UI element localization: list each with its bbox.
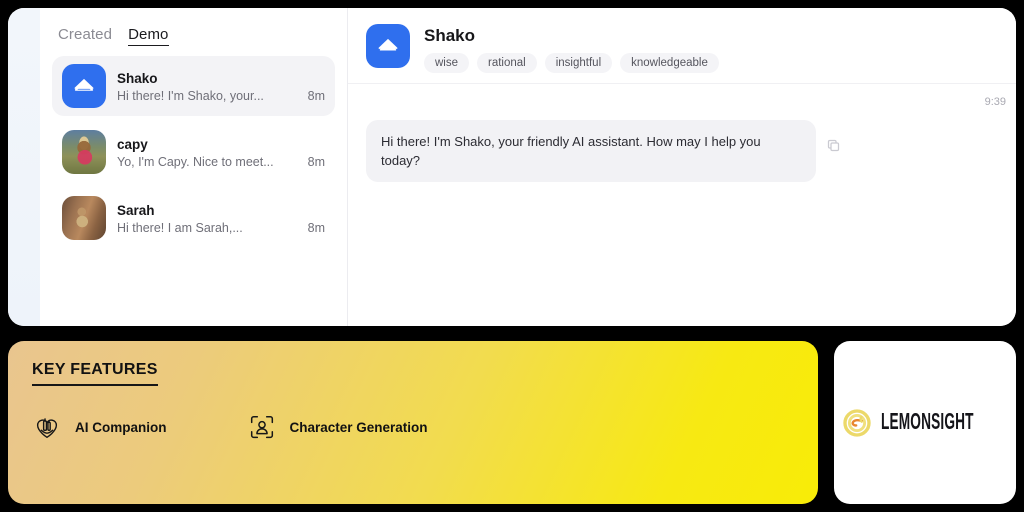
list-item[interactable]: Shako Hi there! I'm Shako, your... 8m <box>52 56 335 116</box>
list-item-meta: Hi there! I'm Shako, your... 8m <box>117 89 325 103</box>
list-item-text: Shako Hi there! I'm Shako, your... 8m <box>117 70 325 103</box>
brand-name: LEMONSIGHT <box>880 409 974 435</box>
heart-robot-icon <box>32 412 62 442</box>
key-features-list: AI Companion Character Generation <box>32 412 794 442</box>
list-item-time: 8m <box>307 154 325 169</box>
copy-message-button[interactable] <box>826 138 841 153</box>
app-window-card: Created Demo Shako Hi there! I'm Shako, … <box>8 8 1016 326</box>
list-item-snippet: Hi there! I am Sarah,... <box>117 220 243 235</box>
feature-label: AI Companion <box>75 419 167 435</box>
list-item-meta: Yo, I'm Capy. Nice to meet... 8m <box>117 155 325 169</box>
lemon-swirl-icon <box>841 407 873 439</box>
tag-chip[interactable]: rational <box>477 53 537 73</box>
tag-chip[interactable]: insightful <box>544 53 613 73</box>
list-item-snippet: Hi there! I'm Shako, your... <box>117 88 264 103</box>
chat-message-area: 9:39 Hi there! I'm Shako, your friendly … <box>348 84 1016 182</box>
list-item-name: capy <box>117 136 148 152</box>
list-item-name: Sarah <box>117 202 155 218</box>
chat-header-info: Shako wise rational insightful knowledge… <box>424 24 719 73</box>
screenshot-root: Created Demo Shako Hi there! I'm Shako, … <box>0 0 1024 512</box>
avatar <box>62 196 106 240</box>
brand-card: LEMONSIGHT <box>834 341 1016 504</box>
feature-item: Character Generation <box>247 412 428 442</box>
copy-icon <box>827 139 840 152</box>
key-features-title: KEY FEATURES <box>32 361 158 386</box>
chat-header: Shako wise rational insightful knowledge… <box>348 8 1016 84</box>
avatar <box>62 64 106 108</box>
chat-avatar <box>366 24 410 68</box>
message-bubble: Hi there! I'm Shako, your friendly AI as… <box>366 120 816 182</box>
person-scan-icon <box>247 412 277 442</box>
page-title: Shako <box>424 26 476 45</box>
tag-chip[interactable]: wise <box>424 53 470 73</box>
avatar <box>62 130 106 174</box>
list-item-time: 8m <box>307 220 325 235</box>
character-tags: wise rational insightful knowledgeable <box>424 53 719 73</box>
brand-chevron-icon <box>74 78 94 91</box>
feature-item: AI Companion <box>32 412 167 442</box>
list-item-text: Sarah Hi there! I am Sarah,... 8m <box>117 202 325 235</box>
list-item-name: Shako <box>117 70 158 86</box>
list-item-snippet: Yo, I'm Capy. Nice to meet... <box>117 154 274 169</box>
left-rail <box>8 8 40 326</box>
message-row: Hi there! I'm Shako, your friendly AI as… <box>366 84 998 182</box>
feature-label: Character Generation <box>289 419 428 435</box>
list-item-text: capy Yo, I'm Capy. Nice to meet... 8m <box>117 136 325 169</box>
message-timestamp: 9:39 <box>984 96 1006 108</box>
list-tabs: Created Demo <box>52 22 335 56</box>
tab-created[interactable]: Created <box>58 26 112 45</box>
tag-chip[interactable]: knowledgeable <box>620 53 719 73</box>
list-item[interactable]: capy Yo, I'm Capy. Nice to meet... 8m <box>52 122 335 182</box>
list-item-time: 8m <box>307 88 325 103</box>
tab-demo[interactable]: Demo <box>128 26 169 46</box>
key-features-banner: KEY FEATURES AI Companion Character Gene… <box>8 341 818 504</box>
chat-panel: Shako wise rational insightful knowledge… <box>348 8 1016 326</box>
conversation-list-panel: Created Demo Shako Hi there! I'm Shako, … <box>40 8 348 326</box>
list-item[interactable]: Sarah Hi there! I am Sarah,... 8m <box>52 188 335 248</box>
brand-chevron-icon <box>378 38 398 51</box>
list-item-meta: Hi there! I am Sarah,... 8m <box>117 221 325 235</box>
